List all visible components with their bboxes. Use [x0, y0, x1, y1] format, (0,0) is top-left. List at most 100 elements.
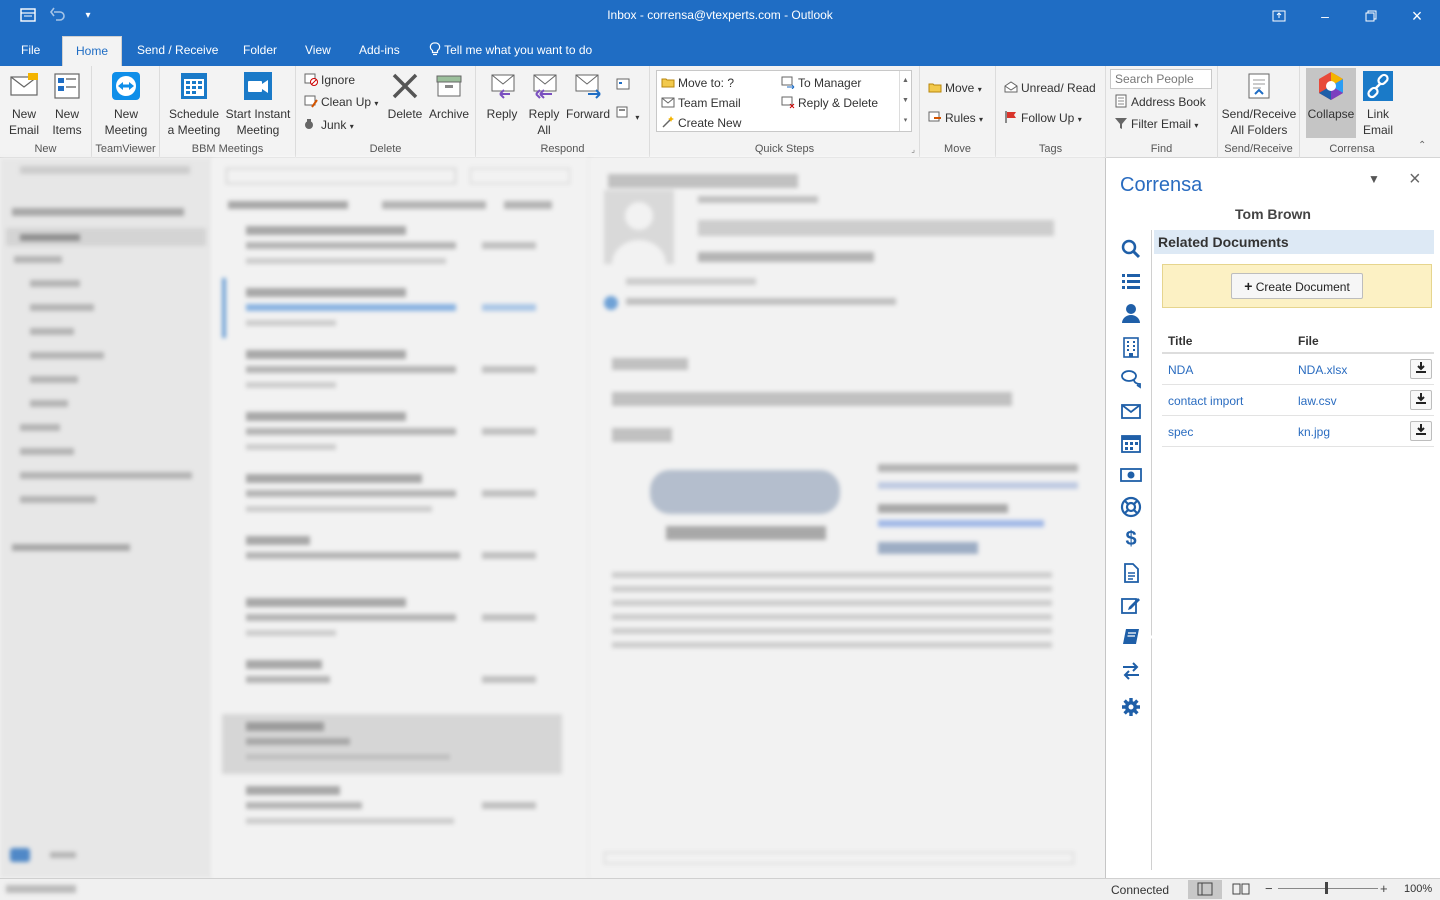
document-file-link[interactable]: kn.jpg	[1298, 425, 1330, 439]
list-icon[interactable]	[1120, 270, 1142, 292]
reading-view-icon[interactable]	[1232, 882, 1250, 899]
building-icon[interactable]	[1120, 336, 1142, 358]
exchange-arrows-icon[interactable]	[1120, 660, 1142, 682]
quick-step-to-manager[interactable]: To Manager	[781, 73, 861, 93]
quick-step-reply-delete[interactable]: Reply & Delete	[781, 93, 878, 113]
zoom-slider-thumb[interactable]	[1325, 882, 1328, 894]
move-button[interactable]: Move ▾	[928, 78, 982, 98]
new-items-icon	[51, 70, 83, 102]
more-respond-icon[interactable]: ▾	[616, 106, 639, 126]
column-header-file: File	[1298, 334, 1319, 348]
search-icon[interactable]	[1120, 238, 1142, 260]
gear-icon[interactable]	[1120, 696, 1142, 718]
active-indicator-arrow	[1150, 630, 1157, 644]
reply-all-button[interactable]: Reply All	[524, 70, 564, 138]
link-icon	[1362, 70, 1394, 102]
collapse-ribbon-icon[interactable]: ⌃	[1418, 140, 1426, 151]
junk-icon	[304, 117, 318, 131]
calendar-icon[interactable]	[1120, 432, 1142, 454]
favorites-placeholder	[20, 166, 190, 174]
forward-mail-icon	[781, 75, 795, 90]
dialog-launcher-icon[interactable]: ⌟	[911, 145, 915, 154]
tab-home[interactable]: Home	[62, 36, 122, 66]
link-email-button[interactable]: Link Email	[1356, 70, 1400, 138]
zoom-out-button[interactable]: −	[1265, 881, 1273, 896]
comments-icon[interactable]	[1120, 368, 1142, 390]
new-items-button[interactable]: New Items	[46, 70, 88, 138]
document-title-link[interactable]: NDA	[1168, 363, 1193, 377]
document-file-link[interactable]: NDA.xlsx	[1298, 363, 1347, 377]
download-icon	[1416, 424, 1426, 435]
document-file-link[interactable]: law.csv	[1298, 394, 1337, 408]
rules-button[interactable]: Rules ▾	[928, 108, 983, 128]
magic-wand-icon	[661, 115, 675, 129]
quick-step-move-to[interactable]: Move to: ?	[661, 73, 734, 93]
chevron-down-icon: ▾	[979, 115, 984, 124]
filter-email-button[interactable]: Filter Email ▾	[1114, 114, 1198, 134]
document-icon[interactable]	[1120, 562, 1142, 584]
book-icon-active[interactable]	[1120, 626, 1142, 648]
collapse-button[interactable]: Collapse	[1306, 68, 1356, 138]
zoom-in-button[interactable]: +	[1380, 881, 1388, 896]
reading-pane[interactable]	[590, 158, 1105, 878]
unread-read-button[interactable]: Unread/ Read	[1004, 78, 1096, 98]
life-ring-icon[interactable]	[1120, 496, 1142, 518]
quick-step-create-new[interactable]: Create New	[661, 113, 741, 133]
contact-person-icon[interactable]	[1120, 302, 1142, 324]
junk-button[interactable]: Junk ▾	[304, 115, 354, 135]
download-button[interactable]	[1410, 359, 1432, 379]
money-bill-icon[interactable]	[1120, 464, 1142, 486]
teamviewer-icon	[110, 70, 142, 102]
tab-folder[interactable]: Folder	[234, 36, 286, 66]
minimize-button[interactable]: –	[1302, 0, 1348, 32]
documents-table: Title File NDA NDA.xlsx contact import l…	[1162, 326, 1434, 447]
ignore-button[interactable]: Ignore	[304, 70, 355, 90]
gallery-scroll[interactable]: ▲ ▼ ▾	[899, 71, 911, 131]
archive-button[interactable]: Archive	[426, 70, 472, 122]
edit-icon[interactable]	[1120, 594, 1142, 616]
pane-options-chevron-icon[interactable]: ▼	[1368, 172, 1380, 186]
chevron-down-icon: ▾	[977, 85, 982, 94]
quick-step-team-email[interactable]: Team Email	[661, 93, 741, 113]
download-button[interactable]	[1410, 421, 1432, 441]
new-email-button[interactable]: New Email	[4, 70, 44, 138]
clean-up-icon	[304, 94, 318, 108]
ribbon-display-options-icon[interactable]	[1256, 0, 1302, 32]
follow-up-button[interactable]: Follow Up ▾	[1004, 108, 1082, 128]
teamviewer-new-meeting-button[interactable]: New Meeting	[98, 70, 154, 138]
address-book-button[interactable]: Address Book	[1114, 92, 1206, 112]
send-receive-all-button[interactable]: Send/Receive All Folders	[1220, 70, 1298, 138]
status-bar: Connected − + 100%	[0, 878, 1440, 900]
corrensa-title: Corrensa	[1120, 174, 1203, 196]
send-receive-icon	[1243, 70, 1275, 102]
create-document-button[interactable]: + Create Document	[1231, 273, 1363, 299]
tell-me-search[interactable]: Tell me what you want to do	[420, 36, 601, 66]
download-button[interactable]	[1410, 390, 1432, 410]
restore-button[interactable]	[1348, 0, 1394, 32]
close-button[interactable]: ×	[1394, 0, 1440, 32]
meeting-reply-icon[interactable]	[616, 78, 632, 98]
close-pane-icon[interactable]: ×	[1409, 168, 1421, 191]
tab-file[interactable]: File	[12, 36, 49, 66]
zoom-slider[interactable]	[1278, 888, 1378, 889]
group-teamviewer: New Meeting TeamViewer	[92, 66, 160, 158]
forward-button[interactable]: Forward	[564, 70, 612, 122]
tab-view[interactable]: View	[296, 36, 340, 66]
schedule-meeting-button[interactable]: Schedule a Meeting	[164, 70, 224, 138]
dollar-icon[interactable]: $	[1120, 528, 1142, 550]
search-people-input[interactable]: Search People	[1110, 69, 1212, 89]
tab-add-ins[interactable]: Add-ins	[350, 36, 409, 66]
delete-button[interactable]: Delete	[384, 70, 426, 122]
clean-up-button[interactable]: Clean Up ▾	[304, 92, 378, 112]
start-instant-meeting-button[interactable]: Start Instant Meeting	[224, 70, 292, 138]
normal-view-button[interactable]	[1188, 880, 1222, 899]
document-title-link[interactable]: contact import	[1168, 394, 1243, 408]
message-list[interactable]	[212, 158, 590, 878]
create-document-area: + Create Document	[1162, 264, 1432, 308]
email-icon[interactable]	[1120, 400, 1142, 422]
folder-pane[interactable]	[0, 158, 212, 878]
tab-send-receive[interactable]: Send / Receive	[128, 36, 227, 66]
reply-button[interactable]: Reply	[482, 70, 522, 122]
group-respond: Reply Reply All Forward ▾ Respond	[476, 66, 650, 158]
document-title-link[interactable]: spec	[1168, 425, 1193, 439]
